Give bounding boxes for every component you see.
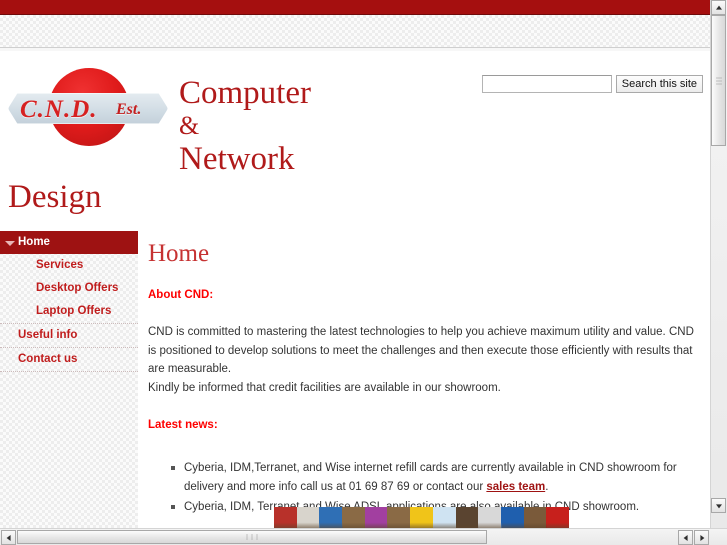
vertical-scrollbar[interactable] [710,0,727,529]
wordmark-line-network: Network [179,141,295,177]
photo-strip-segment [523,507,547,529]
search-this-site-button[interactable]: Search this site [615,75,703,93]
photo-strip-segment [296,507,320,529]
photo-strip-segment [319,507,343,529]
main-content: Home About CND: CND is committed to mast… [138,231,711,529]
photo-strip-segment [432,507,457,529]
photo-strip-segment [364,507,389,529]
horizontal-scroll-thumb[interactable] [17,530,487,544]
scroll-right-button[interactable] [694,530,709,545]
about-heading: About CND: [148,289,214,301]
photo-strip-segment [274,507,298,529]
sidebar-item-label: Desktop Offers [36,282,119,294]
arrow-up-icon [715,5,722,10]
sidebar-item-label: Laptop Offers [36,305,112,317]
photo-strip-segment [500,507,525,529]
header-texture-strip [0,15,711,48]
photo-strip-segment [342,507,366,529]
photo-strip-segment [410,507,434,529]
about-line-1: CND is committed to mastering the latest… [148,326,666,338]
site-logo[interactable]: C.N.D. Est. Computer & Network Design [4,59,354,224]
chevron-down-icon [5,241,15,246]
list-item: Cyberia, IDM,Terranet, and Wise internet… [171,459,699,496]
scroll-down-button[interactable] [711,498,726,513]
news-item-text: Cyberia, IDM,Terranet, and Wise internet… [184,462,677,493]
scroll-left-button-secondary[interactable] [678,530,693,545]
photo-strip-segment [455,507,479,529]
sales-team-link[interactable]: sales team [486,481,545,493]
logo-badge: C.N.D. Est. [8,68,168,146]
site-search: Search this site [481,75,703,93]
sidebar-item-laptop-offers[interactable]: Laptop Offers [0,300,138,323]
web-page: C.N.D. Est. Computer & Network Design Se… [0,0,711,529]
scroll-left-button[interactable] [1,530,16,545]
arrow-right-icon [699,534,704,541]
photo-strip-segment [387,507,411,529]
site-wordmark: Computer & Network [179,75,311,177]
sidebar-nav: Home Services Desktop Offers Laptop Offe… [0,231,138,529]
content-wrapper: Home Services Desktop Offers Laptop Offe… [0,231,711,529]
logo-text-est: Est. [116,101,142,118]
sidebar-item-label: Home [18,236,50,248]
vertical-scroll-thumb[interactable] [711,15,726,146]
about-paragraph: CND is committed to mastering the latest… [148,323,699,397]
arrow-left-icon [6,534,11,541]
browser-viewport: C.N.D. Est. Computer & Network Design Se… [0,0,727,545]
sidebar-item-label: Useful info [18,329,78,341]
sidebar-item-label: Contact us [18,353,78,365]
photo-strip-segment [478,507,502,529]
news-item-text-tail: . [545,480,549,493]
sidebar-item-home[interactable]: Home [0,231,138,254]
latest-news-heading: Latest news: [148,419,218,431]
wordmark-line-computer: Computer [179,75,311,111]
sidebar-item-desktop-offers[interactable]: Desktop Offers [0,277,138,300]
scroll-grip [245,528,260,545]
refill-cards-photo [274,507,569,529]
arrow-left-icon [683,534,688,541]
about-line-3: Kindly be informed that credit facilitie… [148,381,501,394]
logo-text-cnd: C.N.D. [20,96,98,123]
search-input[interactable] [481,75,612,93]
photo-strip-segment [546,507,569,529]
scroll-up-button[interactable] [711,0,726,15]
sidebar-item-contact-us[interactable]: Contact us [0,348,138,371]
site-header: C.N.D. Est. Computer & Network Design Se… [0,51,711,231]
arrow-down-icon [715,503,722,508]
sidebar-divider [0,371,138,372]
wordmark-line-design: Design [8,179,102,215]
sidebar-item-useful-info[interactable]: Useful info [0,324,138,347]
wordmark-line-ampersand: & [179,111,200,140]
scroll-grip [715,75,722,86]
top-red-banner [0,0,711,15]
page-title: Home [148,240,210,267]
sidebar-item-label: Services [36,259,84,271]
horizontal-scrollbar[interactable] [0,528,727,545]
sidebar-item-services[interactable]: Services [0,254,138,277]
